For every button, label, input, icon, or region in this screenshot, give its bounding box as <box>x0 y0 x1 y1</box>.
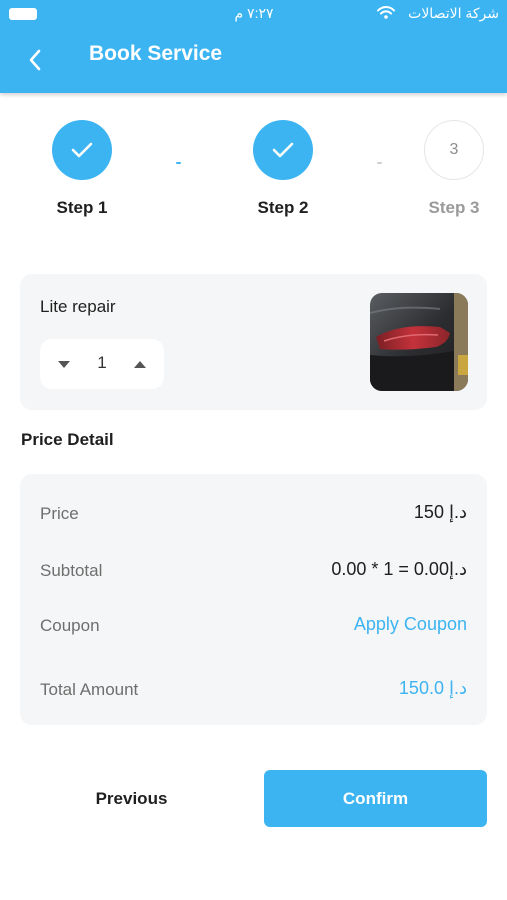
step-3: 3 Step 3 <box>404 120 504 218</box>
price-label: Price <box>40 504 79 523</box>
step-1-label: Step 1 <box>56 198 108 217</box>
price-value: د.إ 150 <box>413 502 467 522</box>
step-1: Step 1 <box>32 120 132 218</box>
increase-quantity-button[interactable] <box>129 355 151 373</box>
subtotal-value: د.إ0.00 = 1 * 0.00 <box>331 559 467 579</box>
check-icon <box>272 142 294 158</box>
coupon-row: Coupon Apply Coupon <box>20 612 487 640</box>
price-detail-title: Price Detail <box>21 430 114 449</box>
triangle-up-icon <box>134 360 146 368</box>
decrease-quantity-button[interactable] <box>53 355 75 373</box>
confirm-button[interactable]: Confirm <box>264 770 487 827</box>
step-connector <box>176 162 181 164</box>
wifi-icon <box>377 6 395 19</box>
status-time: ٧:٢٧ م <box>234 5 274 21</box>
step-2-label: Step 2 <box>257 198 309 217</box>
carrier-name: شركة الاتصالات <box>408 5 499 21</box>
check-icon <box>71 142 93 158</box>
step-3-circle: 3 <box>424 120 484 180</box>
service-name: Lite repair <box>40 297 116 316</box>
step-connector <box>377 162 382 164</box>
page-title: Book Service <box>89 42 223 65</box>
step-2-circle <box>253 120 313 180</box>
subtotal-label: Subtotal <box>40 561 103 580</box>
battery-icon <box>9 8 37 20</box>
quantity-stepper: 1 <box>40 339 164 389</box>
total-value: د.إ 150.0 <box>398 678 467 698</box>
service-card: Lite repair 1 <box>20 274 487 410</box>
coupon-label: Coupon <box>40 616 100 635</box>
app-header: ٧:٢٧ م شركة الاتصالات Book Service <box>0 0 507 93</box>
previous-button[interactable]: Previous <box>20 770 243 827</box>
step-2: Step 2 <box>233 120 333 218</box>
total-row: Total Amount د.إ 150.0 <box>20 676 487 704</box>
price-row: Price د.إ 150 <box>20 500 487 528</box>
subtotal-row: Subtotal د.إ0.00 = 1 * 0.00 <box>20 557 487 585</box>
total-label: Total Amount <box>40 680 139 699</box>
step-1-circle <box>52 120 112 180</box>
apply-coupon-link[interactable]: Apply Coupon <box>354 614 467 635</box>
back-button[interactable] <box>18 44 52 76</box>
step-3-label: Step 3 <box>428 198 480 217</box>
quantity-value: 1 <box>97 353 107 372</box>
triangle-down-icon <box>58 360 70 368</box>
price-detail-card: Price د.إ 150 Subtotal د.إ0.00 = 1 * 0.0… <box>20 474 487 725</box>
chevron-left-icon <box>29 49 41 71</box>
service-image <box>370 293 468 391</box>
